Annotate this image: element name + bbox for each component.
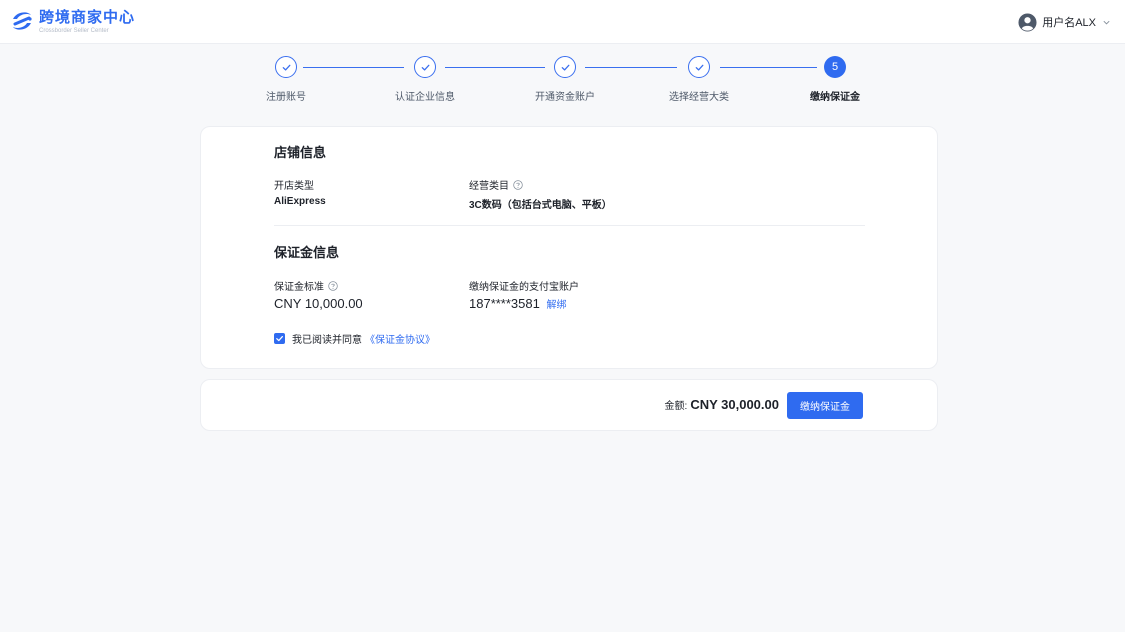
- chevron-down-icon: [1103, 20, 1110, 24]
- step-select-category: 选择经营大类: [659, 56, 739, 103]
- agreement-row: 我已阅读并同意 《保证金协议》: [274, 331, 435, 346]
- store-info-title: 店铺信息: [274, 145, 327, 160]
- step-done-circle: [275, 56, 297, 78]
- step-done-circle: [414, 56, 436, 78]
- brand-title: 跨境商家中心: [39, 9, 136, 26]
- help-circle-icon[interactable]: [328, 280, 338, 291]
- unbind-link[interactable]: 解绑: [546, 300, 566, 311]
- section-divider: [274, 225, 865, 226]
- brand-subtitle: Crossborder Seller Center: [39, 28, 109, 34]
- alipay-account-value: 187****3581: [469, 296, 540, 311]
- check-icon: [282, 64, 290, 71]
- alipay-account-label: 缴纳保证金的支付宝账户: [469, 278, 579, 293]
- step-label: 开通资金账户: [535, 92, 595, 103]
- step-open-fund-account: 开通资金账户: [525, 56, 605, 103]
- shop-type-label: 开店类型: [274, 177, 314, 192]
- shop-type-label-text: 开店类型: [274, 181, 314, 192]
- info-card: 店铺信息 开店类型 AliExpress 经营类目 3C数码（包括台式电脑、平板…: [200, 126, 938, 369]
- shop-type-value: AliExpress: [274, 196, 326, 207]
- step-label: 认证企业信息: [395, 92, 455, 103]
- deposit-standard-label: 保证金标准: [274, 278, 338, 293]
- agreement-text: 我已阅读并同意: [292, 335, 362, 346]
- help-circle-icon[interactable]: [513, 179, 523, 190]
- step-active-circle: 5: [824, 56, 846, 78]
- deposit-info-title: 保证金信息: [274, 245, 340, 260]
- brand-logo-icon: [13, 12, 32, 30]
- step-label: 缴纳保证金: [810, 92, 860, 103]
- amount-label: 金额:: [664, 401, 688, 412]
- user-name: 用户名ALX: [1042, 17, 1096, 29]
- step-label: 选择经营大类: [669, 92, 729, 103]
- payment-card: 金额: CNY 30,000.00 缴纳保证金: [200, 379, 938, 431]
- deposit-agreement-link[interactable]: 《保证金协议》: [365, 331, 435, 346]
- check-icon: [695, 64, 703, 71]
- category-value: 3C数码（包括台式电脑、平板）: [469, 200, 612, 211]
- deposit-standard-label-text: 保证金标准: [274, 282, 324, 293]
- top-header: 跨境商家中心 Crossborder Seller Center 用户名ALX: [0, 0, 1125, 44]
- category-label: 经营类目: [469, 177, 523, 192]
- step-done-circle: [554, 56, 576, 78]
- check-icon: [561, 64, 569, 71]
- category-label-text: 经营类目: [469, 181, 509, 192]
- deposit-standard-value: CNY 10,000.00: [274, 296, 363, 311]
- brand-logo[interactable]: 跨境商家中心 Crossborder Seller Center: [10, 10, 135, 36]
- user-avatar-icon: [1018, 12, 1037, 32]
- alipay-account-row: 187****3581 解绑: [469, 296, 566, 311]
- step-pay-deposit: 5 缴纳保证金: [795, 56, 875, 103]
- pay-deposit-button[interactable]: 缴纳保证金: [787, 392, 863, 419]
- check-icon: [421, 64, 429, 71]
- amount-value: CNY 30,000.00: [690, 397, 779, 412]
- amount-summary: 金额: CNY 30,000.00: [665, 397, 779, 412]
- user-menu[interactable]: 用户名ALX: [1018, 12, 1111, 32]
- brand-text: 跨境商家中心 Crossborder Seller Center: [39, 10, 135, 35]
- step-verify-company: 认证企业信息: [385, 56, 465, 103]
- agreement-checkbox[interactable]: [274, 333, 285, 344]
- step-done-circle: [688, 56, 710, 78]
- check-icon: [276, 335, 284, 342]
- alipay-account-label-text: 缴纳保证金的支付宝账户: [469, 282, 579, 293]
- step-label: 注册账号: [266, 92, 306, 103]
- step-register-account: 注册账号: [246, 56, 326, 103]
